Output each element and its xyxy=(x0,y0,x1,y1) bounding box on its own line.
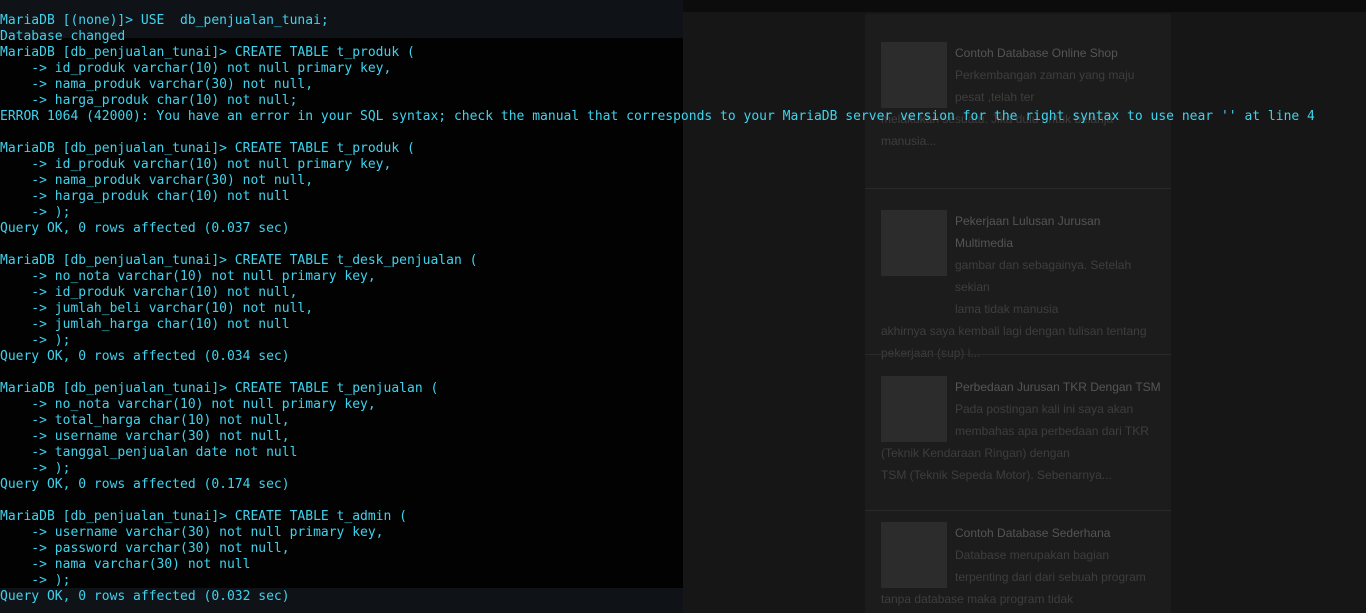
terminal-line: MariaDB [db_penjualan_tunai]> CREATE TAB… xyxy=(0,141,415,156)
terminal-line: -> ); xyxy=(0,461,71,476)
terminal-line: -> username varchar(30) not null, xyxy=(0,429,290,444)
browser-topbar xyxy=(683,0,1366,12)
terminal-line: -> username varchar(30) not null primary… xyxy=(0,525,384,540)
terminal-line: MariaDB [db_penjualan_tunai]> CREATE TAB… xyxy=(0,381,439,396)
terminal-line: Query OK, 0 rows affected (0.034 sec) xyxy=(0,349,290,364)
terminal-output[interactable]: MariaDB [(none)]> USE db_penjualan_tunai… xyxy=(0,13,1366,605)
terminal-line: -> tanggal_penjualan date not null xyxy=(0,445,298,460)
terminal-line: Query OK, 0 rows affected (0.174 sec) xyxy=(0,477,290,492)
terminal-line: -> no_nota varchar(10) not null primary … xyxy=(0,397,376,412)
terminal-line: -> nama_produk varchar(30) not null, xyxy=(0,77,314,92)
terminal-line: Query OK, 0 rows affected (0.032 sec) xyxy=(0,589,290,604)
terminal-line: -> jumlah_harga char(10) not null xyxy=(0,317,290,332)
terminal-line: MariaDB [db_penjualan_tunai]> CREATE TAB… xyxy=(0,253,478,268)
terminal-line: Database changed xyxy=(0,29,126,44)
terminal-line: -> jumlah_beli varchar(10) not null, xyxy=(0,301,314,316)
terminal-line: -> id_produk varchar(10) not null primar… xyxy=(0,61,392,76)
terminal-line: -> password varchar(30) not null, xyxy=(0,541,290,556)
terminal-line: MariaDB [db_penjualan_tunai]> CREATE TAB… xyxy=(0,45,415,60)
terminal-line: -> ); xyxy=(0,333,71,348)
terminal-line: MariaDB [(none)]> USE db_penjualan_tunai… xyxy=(0,13,329,28)
terminal-line: MariaDB [db_penjualan_tunai]> CREATE TAB… xyxy=(0,509,407,524)
terminal-line: -> ); xyxy=(0,573,71,588)
terminal-line: -> id_produk varchar(10) not null, xyxy=(0,285,298,300)
terminal-line: -> id_produk varchar(10) not null primar… xyxy=(0,157,392,172)
terminal-line: -> no_nota varchar(10) not null primary … xyxy=(0,269,376,284)
terminal-line: -> ); xyxy=(0,205,71,220)
terminal-window[interactable]: MariaDB [(none)]> USE db_penjualan_tunai… xyxy=(0,0,1315,613)
terminal-line: -> harga_produk char(10) not null; xyxy=(0,93,298,108)
terminal-line: Query OK, 0 rows affected (0.037 sec) xyxy=(0,221,290,236)
terminal-error-line: ERROR 1064 (42000): You have an error in… xyxy=(0,109,1315,124)
terminal-line: -> nama varchar(30) not null xyxy=(0,557,251,572)
terminal-line: -> harga_produk char(10) not null xyxy=(0,189,290,204)
terminal-line: -> total_harga char(10) not null, xyxy=(0,413,290,428)
terminal-line: -> nama_produk varchar(30) not null, xyxy=(0,173,314,188)
